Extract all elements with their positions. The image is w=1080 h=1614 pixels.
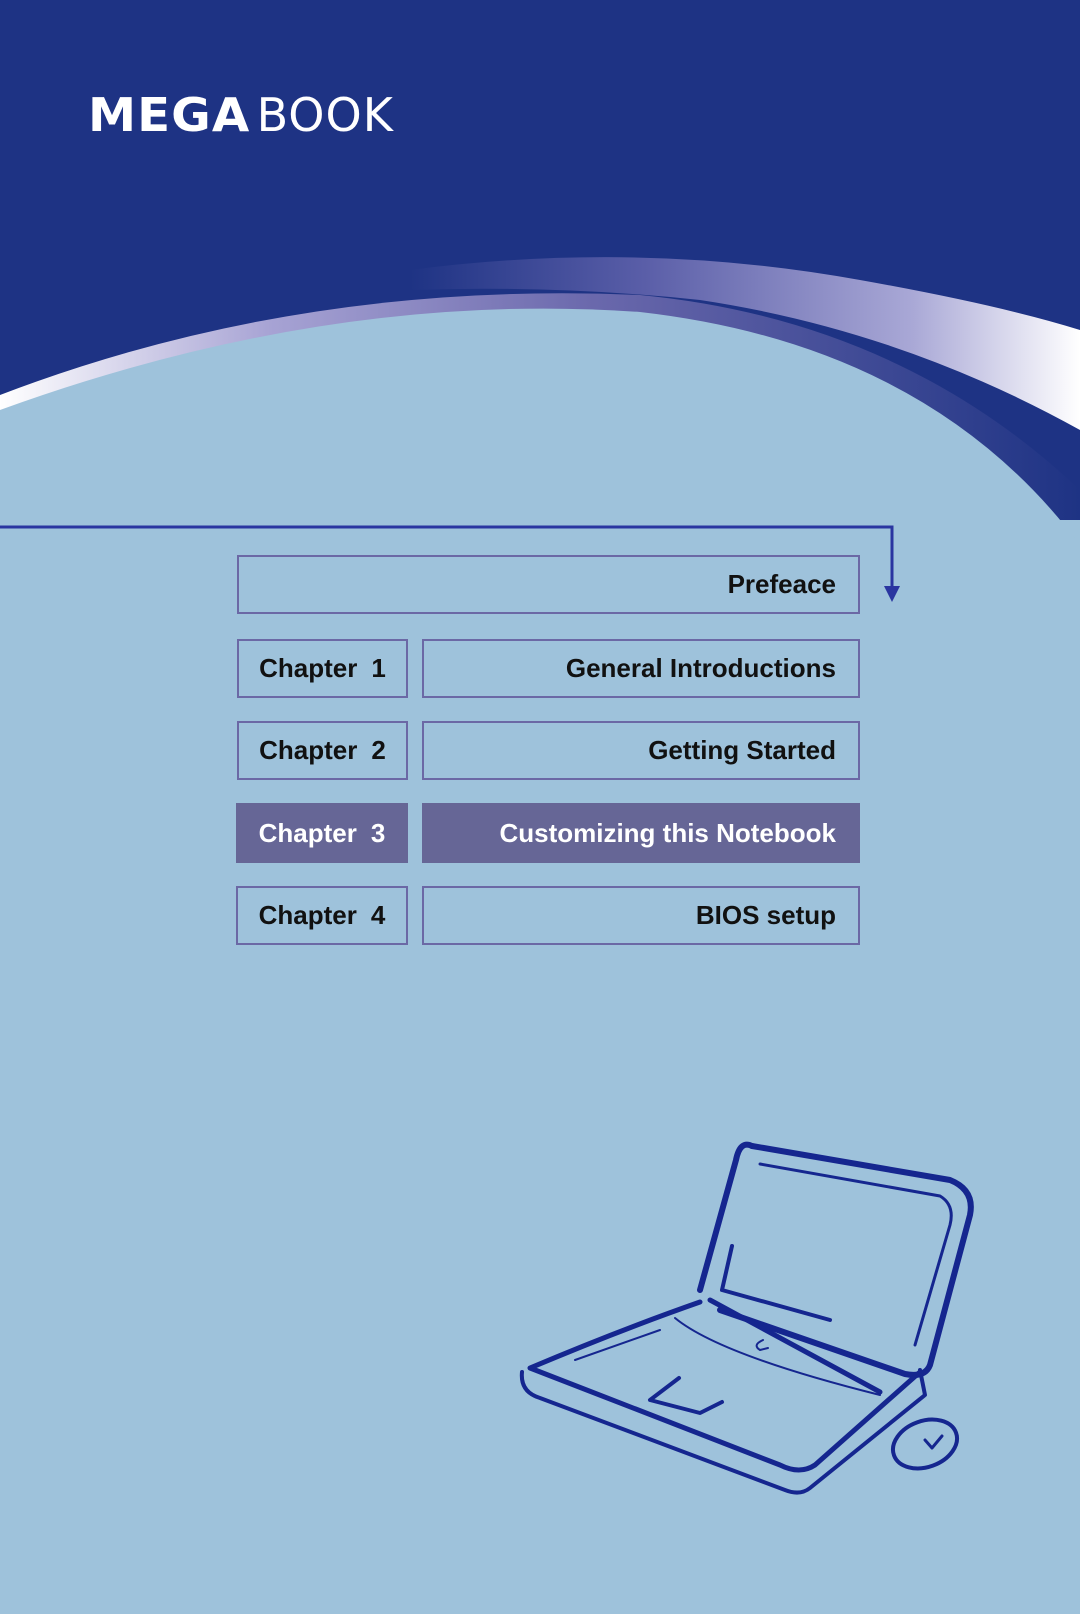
toc-chapter-2-tab[interactable]: Chapter 2 xyxy=(237,721,408,780)
toc-chapter-2-title[interactable]: Getting Started xyxy=(422,721,860,780)
chapter-title: General Introductions xyxy=(565,653,836,683)
chapter-number: 2 xyxy=(371,735,386,765)
chapter-number: 1 xyxy=(371,653,386,683)
toc-chapter-3-title[interactable]: Customizing this Notebook xyxy=(422,803,860,863)
toc-chapter-3-tab[interactable]: Chapter 3 xyxy=(236,803,408,863)
toc-chapter-1-tab[interactable]: Chapter 1 xyxy=(237,639,408,698)
logo-light-text: BOOK xyxy=(256,88,394,142)
chapter-title: Getting Started xyxy=(648,735,836,765)
preface-label: Prefeace xyxy=(727,569,836,599)
chapter-word: Chapter xyxy=(259,735,358,765)
chapter-word: Chapter xyxy=(258,817,357,848)
toc-chapter-4-title[interactable]: BIOS setup xyxy=(422,886,860,945)
chapter-number: 4 xyxy=(370,900,386,930)
chapter-title: Customizing this Notebook xyxy=(499,817,836,848)
page-arc xyxy=(0,308,1080,1614)
toc-chapter-1-title[interactable]: General Introductions xyxy=(422,639,860,698)
megabook-logo: MEGA BOOK xyxy=(88,92,394,138)
chapter-word: Chapter xyxy=(259,653,358,683)
toc-chapter-4-tab[interactable]: Chapter 4 xyxy=(236,886,408,945)
chapter-number: 3 xyxy=(370,817,386,848)
logo-bold-text: MEGA xyxy=(88,88,251,142)
chapter-title: BIOS setup xyxy=(695,900,836,930)
toc-preface[interactable]: Prefeace xyxy=(237,555,860,614)
chapter-word: Chapter xyxy=(258,900,357,930)
